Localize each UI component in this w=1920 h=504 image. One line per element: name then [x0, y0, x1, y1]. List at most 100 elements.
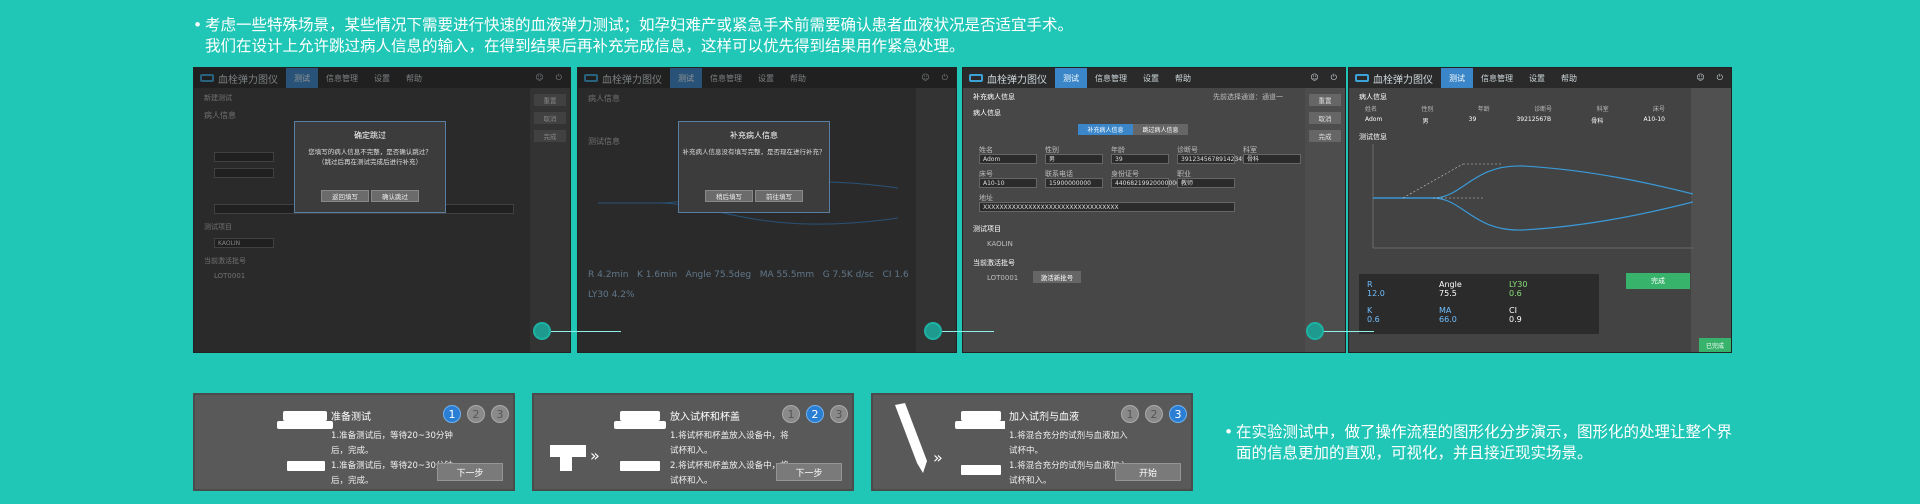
- step-2-indicator: 2: [1145, 405, 1163, 423]
- bullet-icon: •: [193, 16, 203, 34]
- trace-chart: [1372, 144, 1693, 249]
- top-bar: 血栓弹力图仪 测试 信息管理 设置 帮助 ☺ ⏻: [963, 68, 1345, 88]
- card-title: 放入试杯和杯盖: [670, 412, 740, 423]
- svg-text:»: »: [590, 446, 600, 465]
- step-3-indicator: 3: [491, 405, 509, 423]
- top-note: • 考虑一些特殊场景，某些情况下需要进行快速的血液弹力测试；如孕妇难产或紧急手术…: [193, 15, 1074, 57]
- screen-supplement-form: 血栓弹力图仪 测试 信息管理 设置 帮助 ☺ ⏻ 重置 取消 完成 补充病人信息 …: [962, 67, 1346, 353]
- user-icon[interactable]: ☺: [1310, 73, 1318, 83]
- confirm-skip-button[interactable]: 确认跳过: [371, 190, 419, 202]
- result-ci: CI 0.9: [1509, 306, 1522, 324]
- test-value: KAOLIN: [987, 240, 1013, 248]
- result-angle: Angle 75.5: [1439, 280, 1462, 298]
- tab-help[interactable]: 帮助: [1167, 68, 1199, 88]
- top-note-line-1: 考虑一些特殊场景，某些情况下需要进行快速的血液弹力测试；如孕妇难产或紧急手术前需…: [205, 16, 1074, 34]
- go-fill-button[interactable]: 前往填写: [755, 190, 803, 202]
- name-field[interactable]: Adom: [979, 154, 1037, 164]
- flow-line: [942, 331, 994, 332]
- dialog-title: 确定跳过: [354, 131, 386, 140]
- next-button[interactable]: 下一步: [437, 463, 503, 481]
- tab-settings[interactable]: 设置: [1135, 68, 1167, 88]
- app-logo: 血栓弹力图仪: [1349, 71, 1441, 86]
- patient-value-row: Adom 男 39 39212567B 骨科 A10-10: [1365, 116, 1665, 125]
- complete-button[interactable]: 完成: [1626, 273, 1690, 289]
- step-1-indicator: 1: [1121, 405, 1139, 423]
- svg-text:»: »: [933, 448, 943, 467]
- sidebar: [1691, 88, 1731, 352]
- next-button[interactable]: 下一步: [776, 463, 842, 481]
- step-card-prepare: 准备测试 1 2 3 1.准备测试后，等待20~30分钟 后，完成。 1.准备测试后…: [193, 393, 515, 491]
- lot-value: LOT0001: [987, 274, 1019, 282]
- result-r: R 12.0: [1367, 280, 1385, 298]
- tab-test[interactable]: 测试: [1441, 68, 1473, 88]
- step-3-indicator: 3: [830, 405, 848, 423]
- flow-line: [1324, 331, 1374, 332]
- form-title: 补充病人信息: [973, 93, 1015, 101]
- dept-select[interactable]: 骨科: [1243, 154, 1301, 164]
- top-note-line-2: 我们在设计上允许跳过病人信息的输入，在得到结果后再补充完成信息，这样可以优先得到…: [205, 37, 965, 55]
- tab-help[interactable]: 帮助: [1553, 68, 1585, 88]
- channel-note: 先前选择通道：通道一: [1213, 93, 1283, 101]
- tab-test[interactable]: 测试: [1055, 68, 1087, 88]
- tab-info[interactable]: 信息管理: [1473, 68, 1521, 88]
- card-description: 1.将试杯和杯盖放入设备中，将 试杯和入。 2.将试杯和杯盖放入设备中，将 试杯和入。: [670, 431, 789, 486]
- dialog-title: 补充病人信息: [730, 131, 778, 140]
- fill-later-button[interactable]: 稍后填写: [705, 190, 753, 202]
- bullet-icon: •: [1224, 423, 1234, 441]
- job-select[interactable]: 教师: [1177, 178, 1235, 188]
- card-description: 1.准备测试后，等待20~30分钟 后，完成。 1.准备测试后，等待20~30分钟后…: [331, 431, 453, 486]
- diagnosis-field[interactable]: 39123456789142345: [1177, 154, 1246, 164]
- pipette-icon: »: [895, 403, 1005, 475]
- step-3-indicator: 3: [1169, 405, 1187, 423]
- address-field[interactable]: XXXXXXXXXXXXXXXXXXXXXXXXXXXXXXXXX: [979, 202, 1235, 212]
- start-button[interactable]: 开始: [1115, 463, 1181, 481]
- result-k: K 0.6: [1367, 306, 1380, 324]
- result-ly30: LY30 0.6: [1509, 280, 1528, 298]
- right-note-text: 在实验测试中，做了操作流程的图形化分步演示，图形化的处理让整个界面的信息更加的直…: [1236, 423, 1733, 462]
- section-test: 测试信息: [1359, 133, 1387, 141]
- tab-settings[interactable]: 设置: [1521, 68, 1553, 88]
- section-lot: 当前激活批号: [973, 259, 1015, 267]
- card-title: 准备测试: [331, 412, 371, 423]
- back-to-fill-button[interactable]: 返回填写: [321, 190, 369, 202]
- screen-results: 血栓弹力图仪 测试 信息管理 设置 帮助 ☺ ⏻ 病人信息 姓名 性别 年龄 诊断号 科室…: [1348, 67, 1732, 353]
- section-patient: 病人信息: [973, 109, 1001, 117]
- reset-button[interactable]: 重置: [1309, 94, 1341, 106]
- activate-lot-button[interactable]: 激活新批号: [1033, 271, 1081, 283]
- sidebar: 重置 取消 完成: [1305, 88, 1345, 352]
- dialog-message: 您填写的病人信息不完整，是否确认跳过？ （跳过后再在测试完成后进行补充）: [308, 148, 432, 166]
- card-description: 1.将混合充分的试剂与血液加入 试杯中。 1.将混合充分的试剂与血液加入 试杯和入。: [1009, 431, 1128, 486]
- power-icon[interactable]: ⏻: [1717, 73, 1723, 83]
- mode-tabs: 补充病人信息 跳过病人信息: [1078, 124, 1188, 135]
- step-card-add-reagent: » 加入试剂与血液 1 2 3 1.将混合充分的试剂与血液加入 试杯中。 1.将混合…: [871, 393, 1193, 491]
- power-icon[interactable]: ⏻: [1331, 73, 1337, 83]
- user-icon[interactable]: ☺: [1696, 73, 1704, 83]
- tab-skip[interactable]: 跳过病人信息: [1133, 124, 1188, 135]
- id-field[interactable]: 440682199200000000: [1111, 178, 1184, 188]
- flow-line: [551, 331, 621, 332]
- step-1-indicator: 1: [782, 405, 800, 423]
- logo-icon: [1355, 74, 1369, 82]
- right-note: • 在实验测试中，做了操作流程的图形化分步演示，图形化的处理让整个界面的信息更加…: [1224, 422, 1736, 464]
- section-patient: 病人信息: [1359, 93, 1387, 101]
- tab-supplement[interactable]: 补充病人信息: [1078, 124, 1133, 135]
- flow-dot: [533, 322, 551, 340]
- device-tray-icon: [277, 411, 333, 471]
- card-title: 加入试剂与血液: [1009, 412, 1079, 423]
- cancel-button[interactable]: 取消: [1309, 112, 1341, 124]
- app-logo: 血栓弹力图仪: [963, 71, 1055, 86]
- phone-field[interactable]: 15900000000: [1045, 178, 1103, 188]
- age-field[interactable]: 39: [1111, 154, 1169, 164]
- finish-button[interactable]: 完成: [1309, 130, 1341, 142]
- screen-skip-confirm: 血栓弹力图仪 测试 信息管理 设置 帮助 ☺ ⏻ 重置 取消 完成 新建测试 病人…: [193, 67, 571, 353]
- tab-info[interactable]: 信息管理: [1087, 68, 1135, 88]
- step-2-indicator: 2: [467, 405, 485, 423]
- step-2-indicator: 2: [806, 405, 824, 423]
- step-card-insert-cup: » 放入试杯和杯盖 1 2 3 1.将试杯和杯盖放入设备中，将 试杯和入。 2.将试…: [532, 393, 854, 491]
- top-bar: 血栓弹力图仪 测试 信息管理 设置 帮助 ☺ ⏻: [1349, 68, 1731, 88]
- bed-field[interactable]: A10-10: [979, 178, 1037, 188]
- skip-dialog: 确定跳过 您填写的病人信息不完整，是否确认跳过？ （跳过后再在测试完成后进行补充…: [294, 121, 446, 213]
- gender-select[interactable]: 男: [1045, 154, 1103, 164]
- flow-dot: [924, 322, 942, 340]
- supplement-dialog: 补充病人信息 补充病人信息没有填写完整，是否现在进行补充？ 稍后填写 前往填写: [678, 121, 830, 213]
